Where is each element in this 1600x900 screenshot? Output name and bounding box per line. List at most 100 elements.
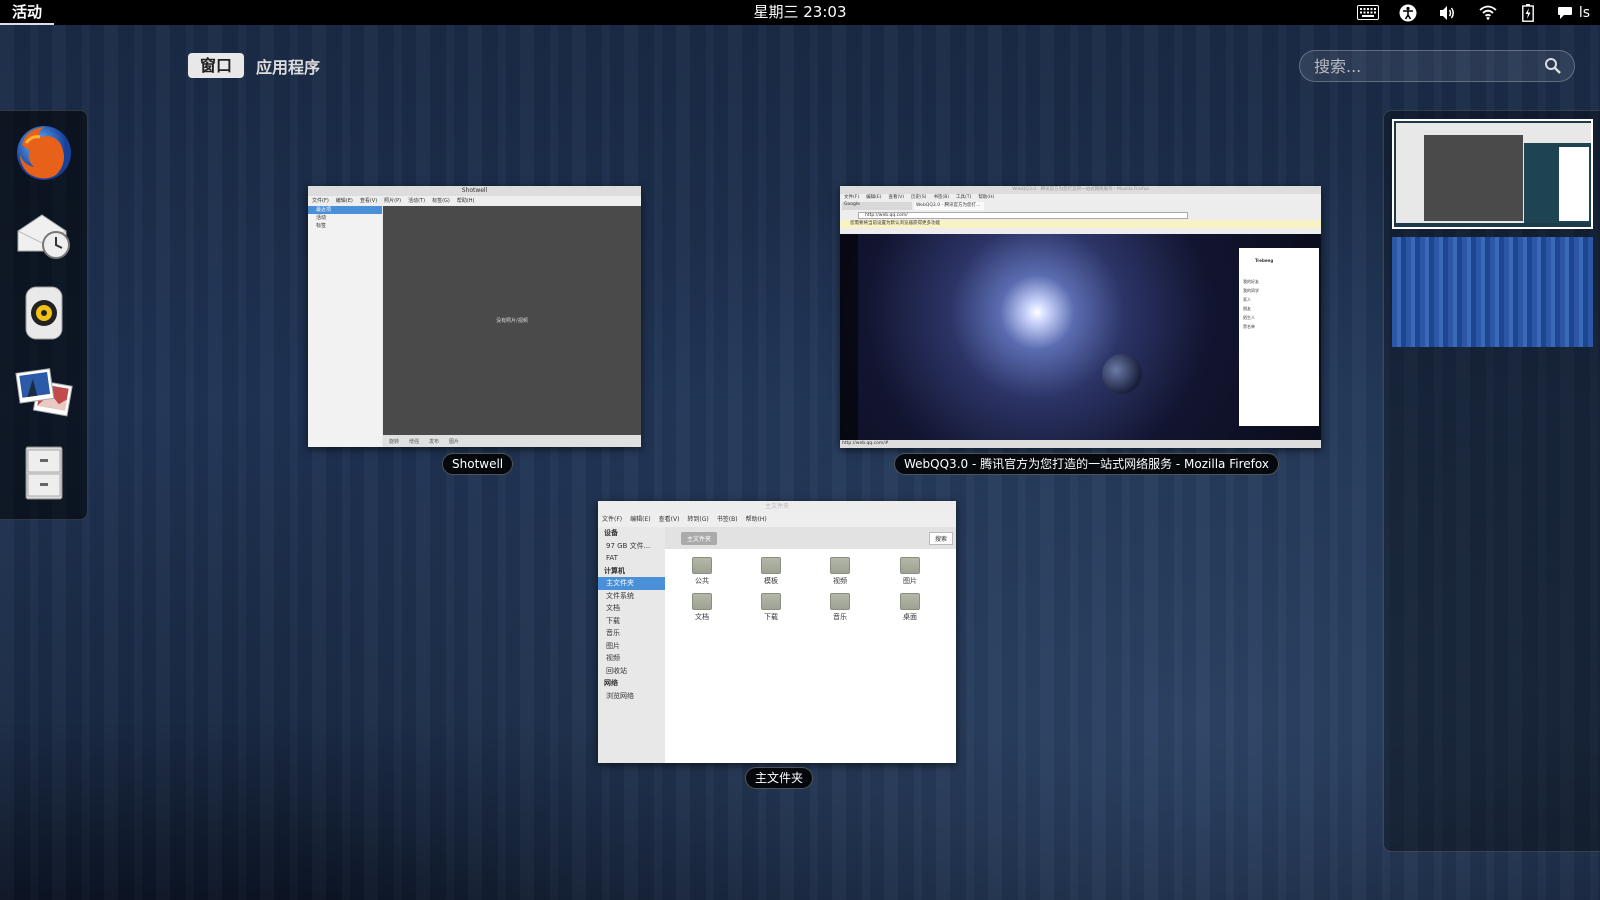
window-caption-shotwell[interactable]: Shotwell (442, 453, 514, 475)
sidebar-item-music[interactable]: 音乐 (598, 627, 665, 640)
empty-message: 没有照片/视频 (496, 318, 528, 324)
sidebar-item-browse-network[interactable]: 浏览网络 (598, 690, 665, 703)
user-menu[interactable]: ls (1557, 5, 1590, 21)
menu-item[interactable]: 活动(T) (408, 196, 425, 206)
menu-item[interactable]: 编辑(E) (336, 196, 353, 206)
sidebar-item-trash[interactable]: 回收站 (598, 665, 665, 678)
menu-item[interactable]: 查看(V) (360, 196, 377, 206)
planet-image (1102, 354, 1142, 394)
dash (0, 110, 88, 520)
notification-bar: 您需要将当前设置为默认浏览器获得更多功能 (840, 220, 1321, 228)
path-button-home[interactable]: 主文件夹 (681, 531, 718, 545)
search-button[interactable]: 搜索 (928, 531, 953, 545)
menu-item[interactable]: 帮助(H) (978, 194, 994, 202)
sidebar-item-pictures[interactable]: 图片 (598, 640, 665, 653)
sidebar-item[interactable]: 活动 (308, 214, 382, 222)
menu-item[interactable]: 书签(B) (717, 513, 738, 527)
folder-item[interactable]: 公共 (682, 557, 722, 586)
menu-item[interactable]: 照片(P) (384, 196, 401, 206)
browser-tab[interactable]: WebQQ3.0 - 腾讯官方为您打... (914, 202, 984, 210)
shotwell-icon[interactable] (12, 361, 76, 425)
qq-group[interactable]: 我的好友 (1243, 277, 1315, 286)
evolution-icon[interactable] (12, 201, 76, 265)
menu-item[interactable]: 历史(S) (911, 194, 926, 202)
menu-item[interactable]: 编辑(E) (866, 194, 881, 202)
qq-group[interactable]: 家人 (1243, 295, 1315, 304)
qq-group[interactable]: 朋友 (1243, 304, 1315, 313)
menu-item[interactable]: 帮助(H) (746, 513, 767, 527)
workspace-1[interactable] (1392, 119, 1593, 229)
chat-icon (1557, 6, 1572, 19)
menu-item[interactable]: 编辑(E) (630, 513, 650, 527)
wifi-icon[interactable] (1477, 3, 1499, 23)
tab-windows[interactable]: 窗口 (188, 53, 245, 78)
menu-item[interactable]: 帮助(H) (457, 196, 475, 206)
places-sidebar: 设备 97 GB 文件... FAT 计算机 主文件夹 文件系统 文档 下载 音… (598, 527, 665, 763)
qq-panel[interactable]: Trebeng 我的好友 我的同学 家人 朋友 陌生人 黑名单 (1239, 248, 1319, 426)
view-selector: 窗口 应用程序 (188, 53, 320, 78)
clock-label[interactable]: 星期三 23:03 (754, 3, 847, 21)
sidebar-item-downloads[interactable]: 下载 (598, 615, 665, 628)
menu-item[interactable]: 书签(B) (933, 194, 949, 202)
publish-button[interactable]: 发布 (429, 438, 439, 445)
accessibility-icon[interactable] (1397, 3, 1419, 23)
folder-item[interactable]: 模板 (751, 557, 791, 586)
sidebar-item[interactable]: 最近项 (308, 206, 382, 214)
browser-tab[interactable]: Google (842, 202, 912, 210)
qq-nickname: Trebeng (1255, 258, 1274, 263)
sidebar-header: 设备 (604, 529, 618, 537)
menu-item[interactable]: 查看(V) (888, 194, 904, 202)
webqq-dock (840, 234, 858, 440)
folder-item[interactable]: 文档 (682, 593, 722, 622)
menu-item[interactable]: 文件(F) (602, 513, 622, 527)
qq-group[interactable]: 陌生人 (1243, 313, 1315, 322)
rotate-button[interactable]: 旋转 (389, 438, 399, 445)
menu-item[interactable]: 查看(V) (659, 513, 680, 527)
tab-applications[interactable]: 应用程序 (256, 54, 320, 78)
sidebar-item[interactable]: 标签 (308, 222, 382, 230)
menu-item[interactable]: 工具(T) (956, 194, 971, 202)
folder-item[interactable]: 桌面 (890, 593, 930, 622)
menu-bar: 文件(F) 编辑(E) 查看(V) 照片(P) 活动(T) 标签(G) 帮助(H… (308, 196, 641, 206)
window-firefox[interactable]: WebQQ3.0 - 腾讯官方为您打造的一站式网络服务 - Mozilla Fi… (840, 186, 1321, 448)
window-caption-firefox[interactable]: WebQQ3.0 - 腾讯官方为您打造的一站式网络服务 - Mozilla Fi… (894, 453, 1279, 475)
rhythmbox-icon[interactable] (12, 281, 76, 345)
sidebar-item-fat[interactable]: FAT (598, 552, 665, 565)
sidebar-item-home[interactable]: 主文件夹 (598, 577, 665, 590)
sidebar-item-videos[interactable]: 视频 (598, 652, 665, 665)
search-box (1299, 50, 1575, 82)
folder-item[interactable]: 音乐 (820, 593, 860, 622)
folder-item[interactable]: 图片 (890, 557, 930, 586)
webqq-desktop: Trebeng 我的好友 我的同学 家人 朋友 陌生人 黑名单 (840, 234, 1321, 440)
menu-item[interactable]: 文件(F) (844, 194, 859, 202)
folder-item[interactable]: 下载 (751, 593, 791, 622)
folder-item[interactable]: 视频 (820, 557, 860, 586)
workspace-2[interactable] (1392, 237, 1593, 347)
sidebar-item-filesystem[interactable]: 文件系统 (598, 590, 665, 603)
firefox-icon[interactable] (12, 121, 76, 185)
keyboard-icon[interactable] (1356, 3, 1379, 23)
activities-button[interactable]: 活动 (0, 0, 55, 25)
enhance-button[interactable]: 增强 (409, 438, 419, 445)
battery-icon[interactable] (1517, 3, 1539, 23)
volume-icon[interactable] (1437, 3, 1459, 23)
nav-bar: http://web.qq.com/ (840, 210, 1321, 220)
qq-group[interactable]: 黑名单 (1243, 322, 1315, 331)
sidebar-item-documents[interactable]: 文档 (598, 602, 665, 615)
qq-group[interactable]: 我的同学 (1243, 286, 1315, 295)
search-input[interactable] (1314, 56, 1534, 76)
menu-item[interactable]: 转到(G) (687, 513, 708, 527)
url-input[interactable]: http://web.qq.com/ (858, 211, 1188, 219)
window-caption-nautilus[interactable]: 主文件夹 (745, 767, 814, 789)
picture-button[interactable]: 图片 (449, 438, 459, 445)
files-icon[interactable] (12, 441, 76, 505)
menu-item[interactable]: 文件(F) (312, 196, 329, 206)
window-nautilus[interactable]: 主文件夹 文件(F) 编辑(E) 查看(V) 转到(G) 书签(B) 帮助(H)… (598, 501, 956, 763)
sidebar-item-disk[interactable]: 97 GB 文件... (598, 540, 665, 553)
workspace-panel (1383, 110, 1600, 852)
sidebar-header: 计算机 (604, 566, 625, 575)
menu-item[interactable]: 标签(G) (432, 196, 450, 206)
workspace-window (1559, 147, 1589, 221)
window-shotwell[interactable]: Shotwell 文件(F) 编辑(E) 查看(V) 照片(P) 活动(T) 标… (308, 186, 641, 447)
path-bar: 主文件夹 搜索 (665, 527, 956, 549)
